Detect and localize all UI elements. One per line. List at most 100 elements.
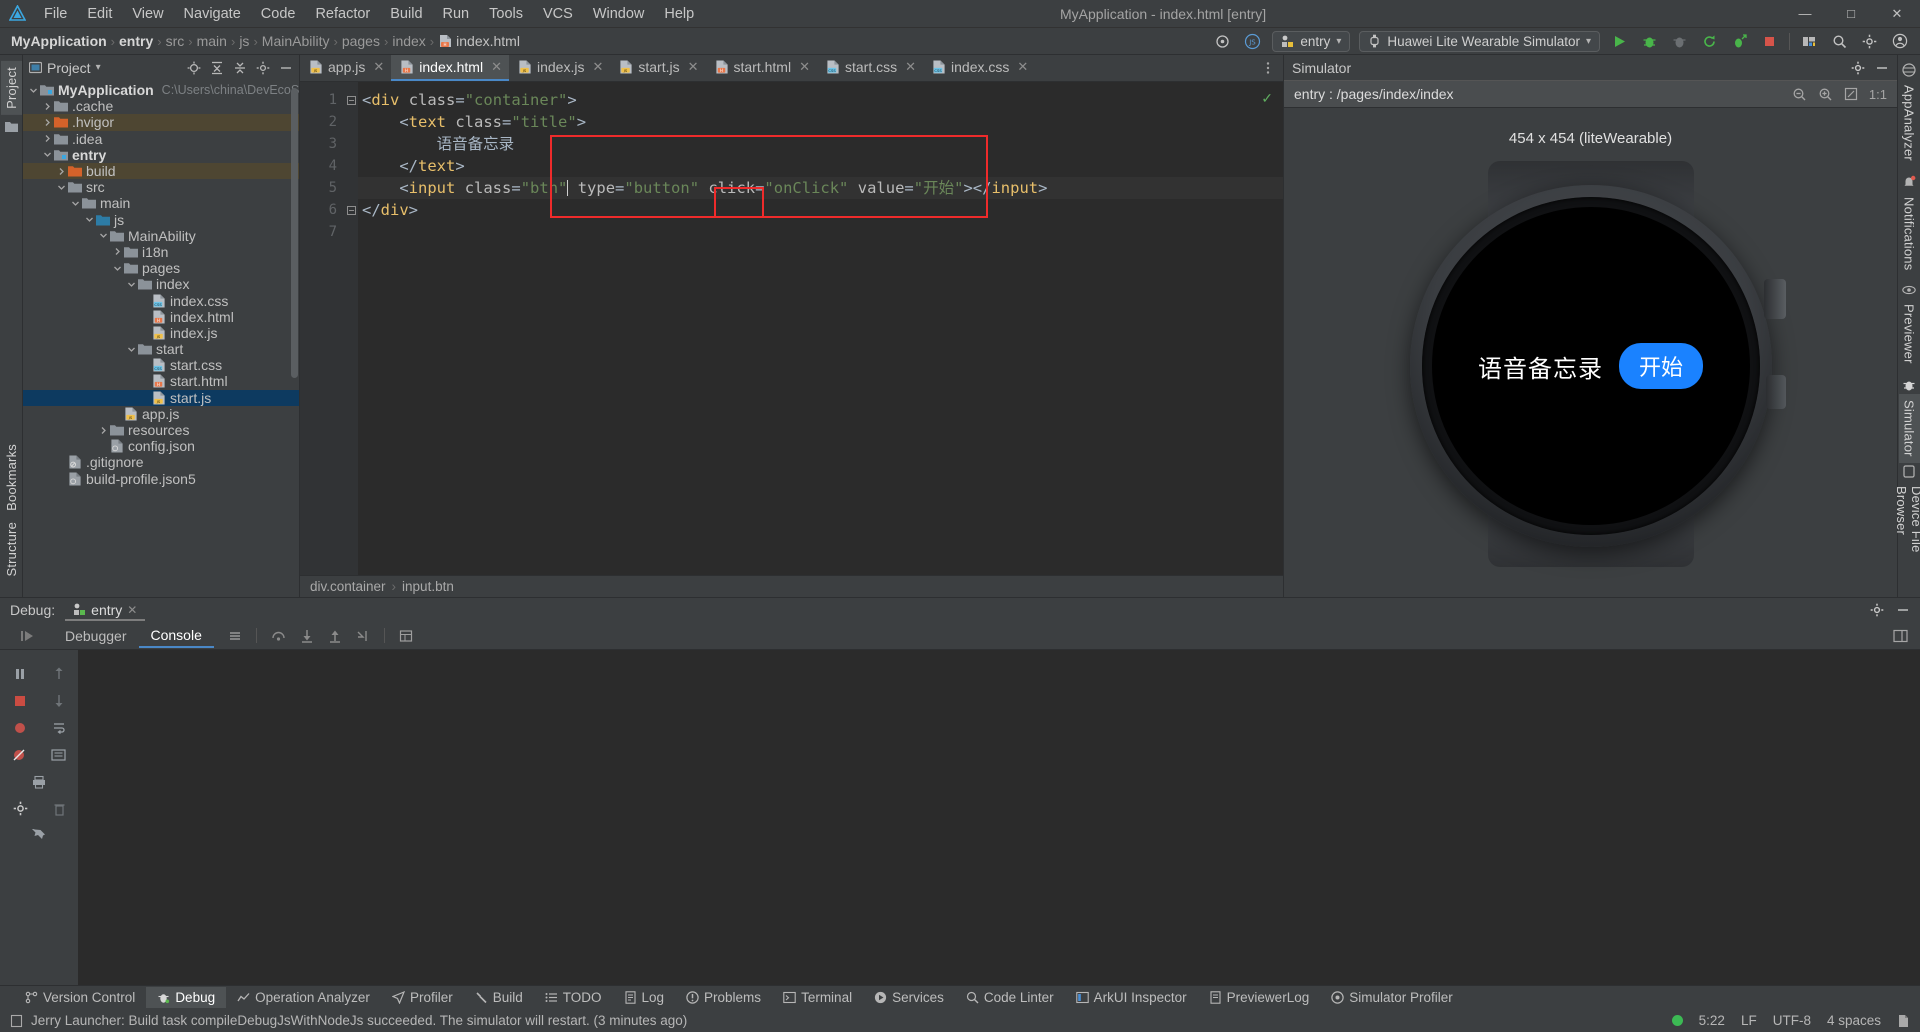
device-manager-icon[interactable] <box>1799 31 1820 52</box>
status-bar-right[interactable]: 5:22 LF UTF-8 4 spaces <box>1671 1013 1910 1028</box>
tree-item-index-css[interactable]: CSS index.css <box>23 292 299 309</box>
tree-item-index-js[interactable]: JS index.js <box>23 325 299 341</box>
close-icon[interactable]: ✕ <box>488 59 502 75</box>
debug-panel-actions[interactable] <box>1870 603 1920 617</box>
tree-item-start[interactable]: start <box>23 341 299 357</box>
editor-tab-bar[interactable]: JS app.js ✕ Hindex.html ✕ JS index.js ✕ JS start.… <box>300 55 1283 82</box>
code-line-4[interactable]: </text> <box>358 155 1283 177</box>
chevron-down-icon[interactable] <box>41 150 54 159</box>
debug-subtab-bar[interactable]: Debugger Console <box>0 622 1920 650</box>
window-controls[interactable]: — □ ✕ <box>1782 0 1920 27</box>
tree-item-start-html[interactable]: Hstart.html <box>23 373 299 389</box>
step-out-icon[interactable] <box>328 629 342 643</box>
editor-breadcrumb-item-1[interactable]: input.btn <box>402 579 454 594</box>
editor-breadcrumb-item-0[interactable]: div.container <box>310 579 386 594</box>
console-layout-icon[interactable] <box>1893 629 1908 643</box>
project-panel-title-group[interactable]: Project ▾ <box>29 60 101 76</box>
tree-item-build[interactable]: build <box>23 162 299 180</box>
trash-icon[interactable] <box>53 802 66 816</box>
step-down-icon[interactable] <box>53 694 65 708</box>
sidebar-tab-simulator[interactable]: Simulator <box>1898 393 1920 463</box>
step-up-icon[interactable] <box>53 667 65 681</box>
tool-window-problems[interactable]: Problems <box>675 987 772 1008</box>
menu-code[interactable]: Code <box>251 3 306 25</box>
tree-item-start-js[interactable]: JS start.js <box>23 389 299 406</box>
menu-tools[interactable]: Tools <box>479 3 533 25</box>
js-config-icon[interactable]: JS <box>1242 31 1263 52</box>
tree-item--idea[interactable]: .idea <box>23 131 299 147</box>
menu-bar[interactable]: File Edit View Navigate Code Refactor Bu… <box>34 3 704 25</box>
tool-window-simulator-profiler[interactable]: Simulator Profiler <box>1320 987 1464 1008</box>
minimize-icon[interactable] <box>1875 61 1889 75</box>
scroll-to-end-icon[interactable] <box>51 748 66 762</box>
close-icon[interactable]: ✕ <box>370 59 384 75</box>
tab-console[interactable]: Console <box>138 624 214 648</box>
breadcrumb-item-3[interactable]: main <box>194 33 230 49</box>
hide-panel-icon[interactable] <box>279 61 293 75</box>
breadcrumb-item-6[interactable]: pages <box>339 33 383 49</box>
close-icon[interactable]: ✕ <box>685 59 699 75</box>
stop-icon[interactable] <box>13 694 27 708</box>
maximize-button[interactable]: □ <box>1828 0 1874 27</box>
code-line-3[interactable]: 语音备忘录 <box>358 133 1283 155</box>
menu-file[interactable]: File <box>34 3 77 25</box>
debug-console-settings[interactable] <box>1893 629 1920 643</box>
sidebar-tab-bookmarks[interactable]: Bookmarks <box>1 438 22 517</box>
tool-window-version-control[interactable]: Version Control <box>14 987 146 1008</box>
settings-icon[interactable] <box>13 801 28 816</box>
editor-tab-start-html[interactable]: Hstart.html ✕ <box>706 55 817 81</box>
tool-window-arkui-inspector[interactable]: ArkUI Inspector <box>1065 987 1198 1008</box>
tree-item-build-profile-json5[interactable]: build-profile.json5 <box>23 471 299 487</box>
sidebar-tab-notifications[interactable]: Notifications <box>1899 191 1920 276</box>
device-selector[interactable]: Huawei Lite Wearable Simulator ▾ <box>1359 30 1600 52</box>
tree-item--cache[interactable]: .cache <box>23 98 299 114</box>
debug-toolbar-row[interactable] <box>0 687 78 714</box>
code-line-2[interactable]: <text class="title"> <box>358 111 1283 133</box>
caret-position[interactable]: 5:22 <box>1699 1013 1725 1028</box>
tool-window-build[interactable]: Build <box>464 987 534 1008</box>
code-editor[interactable]: 1 2 3 4 5 6 7 <div class="container"> <text cl… <box>300 82 1283 575</box>
watch-screen[interactable]: 语音备忘录 开始 <box>1431 207 1750 525</box>
simulator-zoom-controls[interactable]: 1:1 <box>1792 87 1887 102</box>
breadcrumb-file[interactable]: H index.html <box>435 33 520 49</box>
chevron-down-icon[interactable] <box>55 183 68 192</box>
chevron-down-icon[interactable] <box>83 215 96 224</box>
tree-item-resources[interactable]: resources <box>23 422 299 438</box>
tree-item--hvigor[interactable]: .hvigor <box>23 114 299 131</box>
tool-window-bar[interactable]: Version Control Debug Operation Analyzer Pr… <box>0 985 1920 1009</box>
chevron-right-icon[interactable] <box>55 167 68 176</box>
menu-view[interactable]: View <box>122 3 173 25</box>
minimize-icon[interactable] <box>1896 603 1910 617</box>
close-icon[interactable]: ✕ <box>902 59 916 75</box>
gear-icon[interactable] <box>256 61 270 75</box>
zoom-out-icon[interactable] <box>1792 87 1807 102</box>
menu-help[interactable]: Help <box>654 3 704 25</box>
file-encoding[interactable]: UTF-8 <box>1773 1013 1811 1028</box>
fold-marker-end[interactable] <box>344 199 358 221</box>
event-log-icon[interactable] <box>10 1014 23 1028</box>
debug-toolbar-row[interactable] <box>0 768 78 795</box>
zoom-in-icon[interactable] <box>1818 87 1833 102</box>
step-over-icon[interactable] <box>271 629 286 643</box>
evaluate-expression-icon[interactable] <box>399 629 413 643</box>
editor-tab-start-css[interactable]: CSS start.css ✕ <box>817 55 923 81</box>
tree-item-i18n[interactable]: i18n <box>23 244 299 260</box>
step-into-icon[interactable] <box>300 629 314 643</box>
sidebar-tab-previewer[interactable]: Previewer <box>1899 298 1920 370</box>
print-icon[interactable] <box>32 775 46 789</box>
breadcrumb-item-4[interactable]: js <box>236 33 252 49</box>
menu-navigate[interactable]: Navigate <box>174 3 251 25</box>
chevron-down-icon[interactable] <box>97 231 110 240</box>
editor-tab-start-js[interactable]: JS start.js ✕ <box>610 55 705 81</box>
gear-icon[interactable] <box>1851 61 1865 75</box>
debug-resume-icon[interactable] <box>20 629 53 643</box>
editor-tab-index-css[interactable]: CSS index.css ✕ <box>923 55 1035 81</box>
code-content[interactable]: <div class="container"> <text class="tit… <box>358 82 1283 575</box>
tree-item-src[interactable]: src <box>23 179 299 195</box>
console-filter-icon[interactable] <box>228 629 242 643</box>
fit-screen-icon[interactable] <box>1844 87 1858 101</box>
tree-item-pages[interactable]: pages <box>23 260 299 276</box>
breadcrumb-item-1[interactable]: entry <box>116 33 156 49</box>
close-icon[interactable]: ✕ <box>127 603 137 617</box>
code-line-7[interactable] <box>358 221 1283 243</box>
